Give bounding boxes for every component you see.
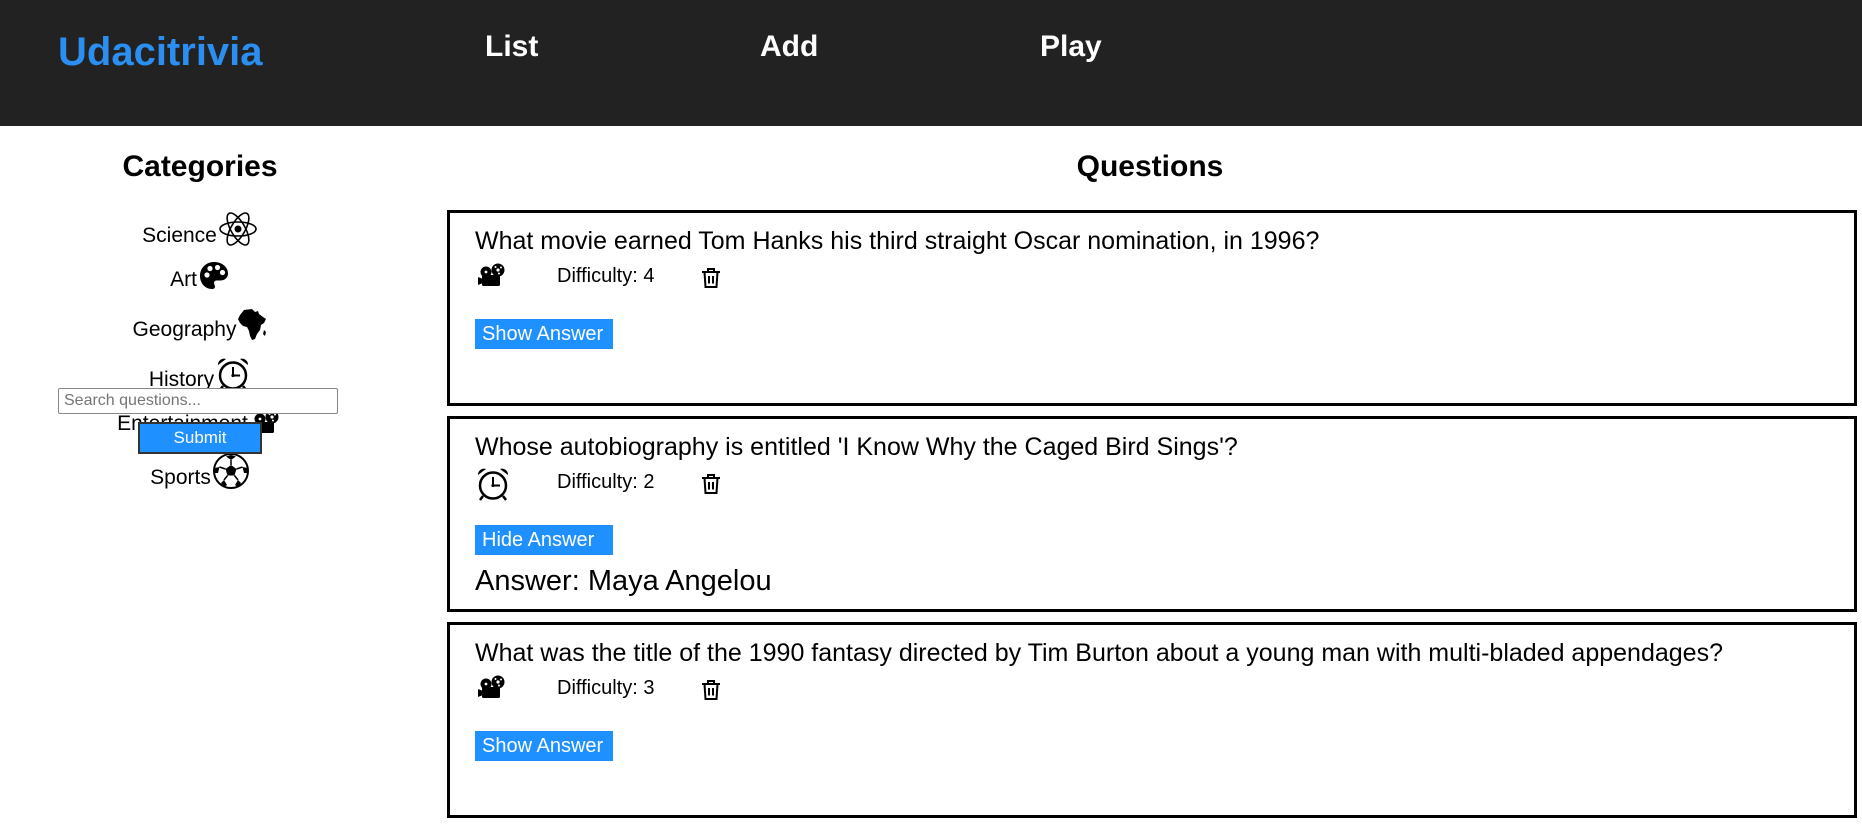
questions-title: Questions	[1076, 150, 1224, 183]
category-art[interactable]: Art	[0, 260, 400, 292]
question-text: What movie earned Tom Hanks his third st…	[475, 227, 1320, 255]
hide-answer-button[interactable]: Hide Answer	[475, 525, 613, 555]
category-history[interactable]: History	[0, 356, 400, 392]
question-card: What was the title of the 1990 fantasy d…	[447, 622, 1857, 818]
difficulty-label: Difficulty: 2	[557, 471, 655, 493]
answer-text: Answer: Maya Angelou	[475, 565, 772, 597]
category-science[interactable]: Science	[0, 210, 400, 248]
difficulty-label: Difficulty: 3	[557, 677, 655, 699]
delete-icon[interactable]	[701, 267, 721, 289]
category-geography[interactable]: Geography	[0, 308, 400, 342]
top-navbar: Udacitrivia List Add Play	[0, 0, 1862, 126]
category-label: Sports	[150, 466, 211, 489]
geography-icon	[238, 309, 267, 340]
science-icon	[219, 212, 257, 246]
category-label: Science	[142, 224, 217, 247]
question-text: What was the title of the 1990 fantasy d…	[475, 639, 1723, 667]
question-text: Whose autobiography is entitled 'I Know …	[475, 433, 1238, 461]
delete-icon[interactable]	[701, 679, 721, 701]
nav-list[interactable]: List	[485, 30, 538, 64]
show-answer-button[interactable]: Show Answer	[475, 319, 613, 349]
nav-play[interactable]: Play	[1040, 30, 1102, 64]
question-meta: Difficulty: 2	[475, 468, 875, 501]
show-answer-button[interactable]: Show Answer	[475, 731, 613, 761]
entertainment-icon	[478, 263, 505, 286]
question-card: What movie earned Tom Hanks his third st…	[447, 210, 1857, 406]
history-icon	[477, 468, 509, 501]
categories-sidebar: Categories Science Art Geography History	[0, 126, 400, 828]
submit-button[interactable]: Submit	[138, 422, 262, 454]
difficulty-label: Difficulty: 4	[557, 265, 655, 287]
category-sports[interactable]: Sports	[0, 452, 400, 490]
category-label: Art	[170, 268, 197, 291]
question-meta: Difficulty: 3	[475, 675, 875, 703]
categories-title: Categories	[122, 150, 278, 183]
category-label: Geography	[132, 318, 237, 341]
sports-icon	[212, 453, 249, 489]
question-card: Whose autobiography is entitled 'I Know …	[447, 416, 1857, 612]
delete-icon[interactable]	[701, 473, 721, 495]
entertainment-icon	[478, 675, 505, 698]
brand-logo[interactable]: Udacitrivia	[58, 30, 263, 75]
question-meta: Difficulty: 4	[475, 263, 875, 291]
art-icon	[199, 262, 228, 289]
history-icon	[218, 358, 249, 391]
nav-add[interactable]: Add	[760, 30, 818, 64]
search-input[interactable]	[58, 388, 338, 414]
